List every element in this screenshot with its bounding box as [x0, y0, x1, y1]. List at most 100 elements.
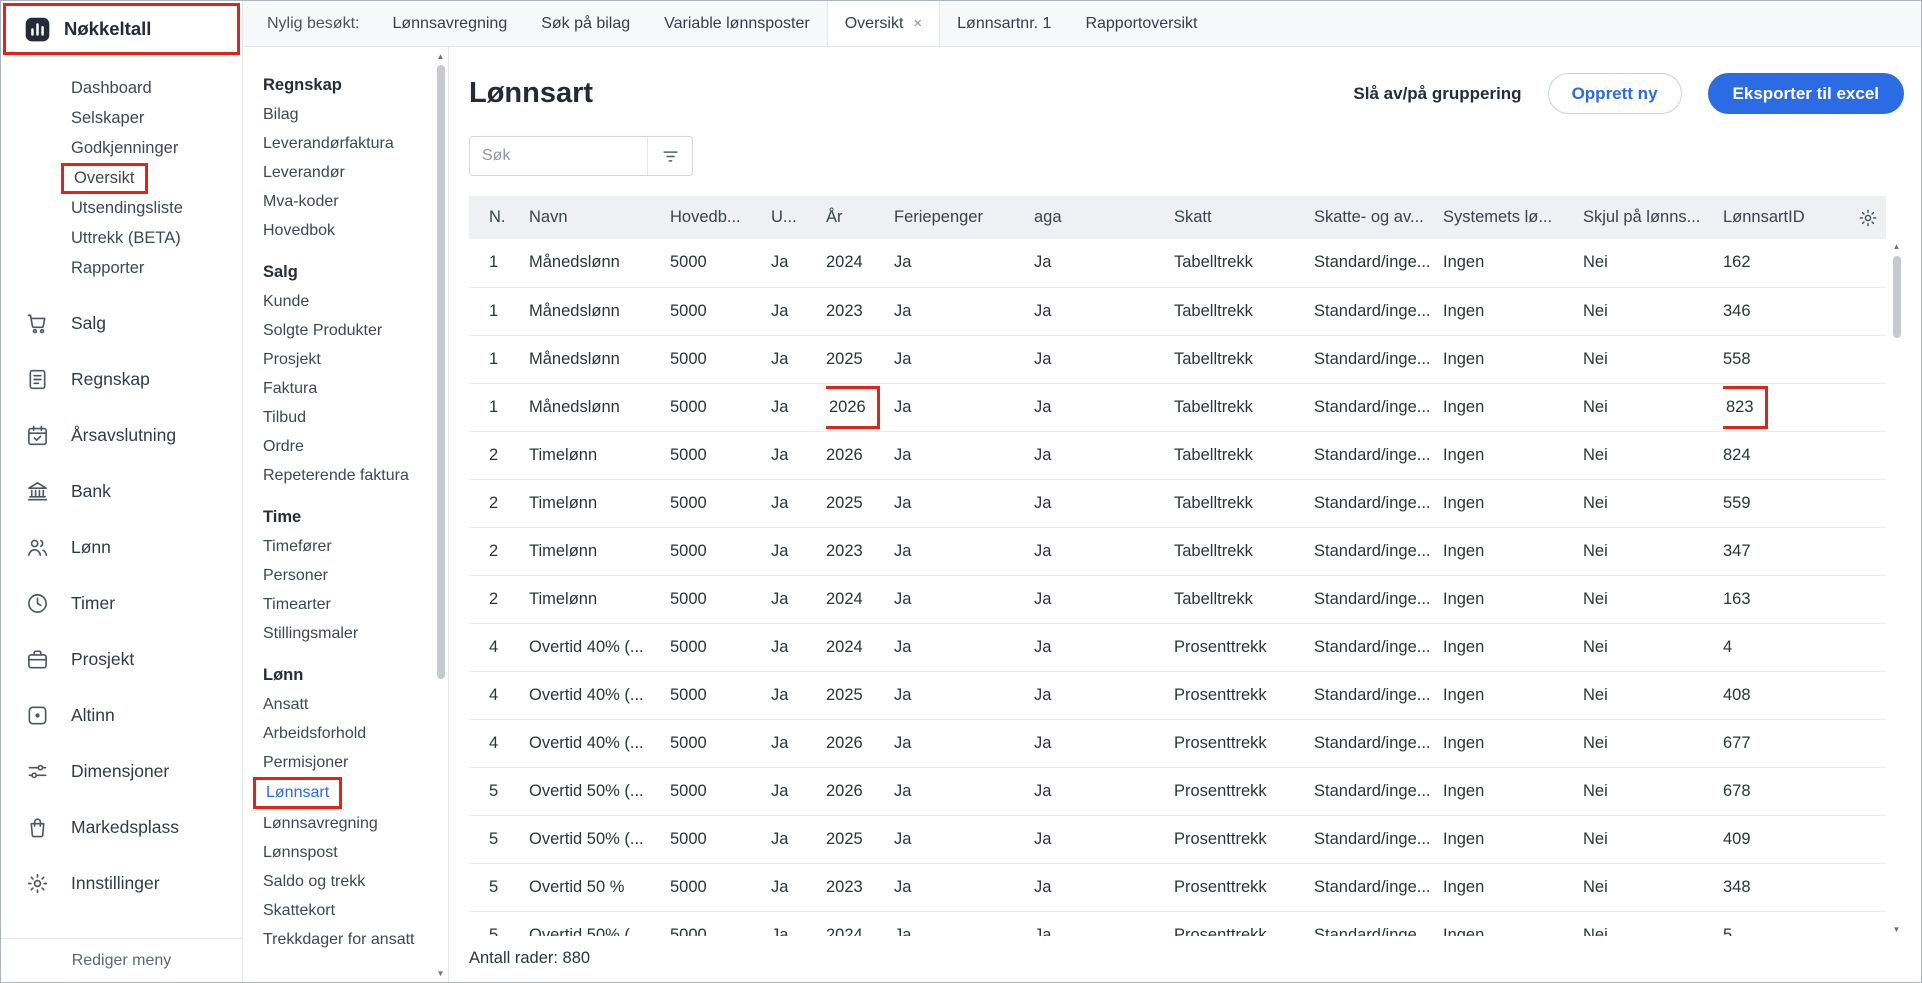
sidebar-item-utsendingsliste[interactable]: Utsendingsliste	[1, 193, 242, 223]
column-header-aga[interactable]: aga	[1034, 196, 1174, 239]
sidebar-item-innstillinger[interactable]: Innstillinger	[1, 855, 242, 911]
sidebar-item-rapporter[interactable]: Rapporter	[1, 253, 242, 283]
sidebar-item-timer[interactable]: Timer	[1, 575, 242, 631]
submenu-item-timeforer[interactable]: Timefører	[263, 532, 422, 561]
column-header-lonnsartid[interactable]: LønnsartID	[1723, 196, 1828, 239]
table-row[interactable]: 4Overtid 40% (...5000Ja2026JaJaProsenttr…	[469, 719, 1886, 767]
scrollbar-thumb[interactable]	[437, 65, 445, 679]
sidebar-item-lonn[interactable]: Lønn	[1, 519, 242, 575]
table-row[interactable]: 2Timelønn5000Ja2025JaJaTabelltrekkStanda…	[469, 479, 1886, 527]
sidebar-item-arsavslutning[interactable]: Årsavslutning	[1, 407, 242, 463]
sidebar-item-oversikt[interactable]: Oversikt	[1, 163, 242, 193]
submenu-item-kunde[interactable]: Kunde	[263, 287, 422, 316]
sidebar-item-dashboard[interactable]: Dashboard	[1, 73, 242, 103]
submenu-item-stillingsmaler[interactable]: Stillingsmaler	[263, 619, 422, 648]
scroll-up-icon[interactable]: ▲	[437, 49, 445, 63]
submenu-item-lonnsart[interactable]: Lønnsart	[263, 777, 422, 809]
sidebar-item-nokkeltall[interactable]: Nøkkeltall	[3, 3, 240, 55]
sidebar-item-prosjekt[interactable]: Prosjekt	[1, 631, 242, 687]
gear-icon[interactable]	[1858, 208, 1878, 228]
tab-sok-pa-bilag[interactable]: Søk på bilag	[524, 1, 647, 46]
table-cell: Ingen	[1443, 383, 1583, 431]
sidebar-item-dimensjoner[interactable]: Dimensjoner	[1, 743, 242, 799]
submenu-item-timearter[interactable]: Timearter	[263, 590, 422, 619]
table-row[interactable]: 5Overtid 50 %5000Ja2023JaJaProsenttrekkS…	[469, 863, 1886, 911]
table-row[interactable]: 1Månedslønn5000Ja2023JaJaTabelltrekkStan…	[469, 287, 1886, 335]
tab-lonnsavregning[interactable]: Lønnsavregning	[375, 1, 524, 46]
submenu-item-saldo-og-trekk[interactable]: Saldo og trekk	[263, 867, 422, 896]
scroll-down-icon[interactable]: ▼	[1893, 922, 1901, 936]
submenu-item-prosjekt[interactable]: Prosjekt	[263, 345, 422, 374]
column-header-systemets-lo[interactable]: Systemets lø...	[1443, 196, 1583, 239]
table-row[interactable]: 4Overtid 40% (...5000Ja2024JaJaProsenttr…	[469, 623, 1886, 671]
submenu-item-lonnspost[interactable]: Lønnspost	[263, 838, 422, 867]
table-row[interactable]: 1Månedslønn5000Ja2026JaJaTabelltrekkStan…	[469, 383, 1886, 431]
search-input[interactable]	[470, 137, 647, 175]
tab-oversikt[interactable]: Oversikt×	[827, 1, 940, 46]
submenu-item-faktura[interactable]: Faktura	[263, 374, 422, 403]
submenu-item-bilag[interactable]: Bilag	[263, 100, 422, 129]
submenu-item-hovedbok[interactable]: Hovedbok	[263, 216, 422, 245]
create-new-button[interactable]: Opprett ny	[1548, 73, 1682, 114]
column-header-n[interactable]: N.	[469, 196, 529, 239]
close-icon[interactable]: ×	[913, 16, 922, 31]
table-row[interactable]: 5Overtid 50% (...5000Ja2024JaJaProsenttr…	[469, 911, 1886, 936]
submenu-item-permisjoner[interactable]: Permisjoner	[263, 748, 422, 777]
submenu-item-leverandor[interactable]: Leverandør	[263, 158, 422, 187]
submenu-item-ansatt[interactable]: Ansatt	[263, 690, 422, 719]
sidebar-item-markedsplass[interactable]: Markedsplass	[1, 799, 242, 855]
tab-rapportoversikt[interactable]: Rapportoversikt	[1068, 1, 1214, 46]
table-row[interactable]: 1Månedslønn5000Ja2025JaJaTabelltrekkStan…	[469, 335, 1886, 383]
sidebar-item-altinn[interactable]: Altinn	[1, 687, 242, 743]
table-cell: Tabelltrekk	[1174, 239, 1314, 287]
row-count-label: Antall rader: 880	[469, 949, 1921, 968]
column-header-skatte-og-av[interactable]: Skatte- og av...	[1314, 196, 1443, 239]
toggle-grouping-button[interactable]: Slå av/på gruppering	[1353, 84, 1521, 104]
table-row[interactable]: 4Overtid 40% (...5000Ja2025JaJaProsenttr…	[469, 671, 1886, 719]
column-header-skjul-pa-lonns[interactable]: Skjul på lønns...	[1583, 196, 1723, 239]
tab-lonnsartnr-1[interactable]: Lønnsartnr. 1	[940, 1, 1068, 46]
column-header-skatt[interactable]: Skatt	[1174, 196, 1314, 239]
column-header-navn[interactable]: Navn	[529, 196, 670, 239]
submenu-item-ordre[interactable]: Ordre	[263, 432, 422, 461]
table-row[interactable]: 5Overtid 50% (...5000Ja2026JaJaProsenttr…	[469, 767, 1886, 815]
table-row[interactable]: 2Timelønn5000Ja2024JaJaTabelltrekkStanda…	[469, 575, 1886, 623]
submenu-scrollbar[interactable]: ▲ ▼	[434, 49, 447, 980]
table-scrollbar[interactable]: ▲ ▼	[1889, 239, 1904, 936]
sidebar-item-uttrekk-beta[interactable]: Uttrekk (BETA)	[1, 223, 242, 253]
submenu-item-leverandorfaktura[interactable]: Leverandørfaktura	[263, 129, 422, 158]
sidebar-item-godkjenninger[interactable]: Godkjenninger	[1, 133, 242, 163]
sidebar-item-salg[interactable]: Salg	[1, 295, 242, 351]
scroll-up-icon[interactable]: ▲	[1893, 239, 1901, 253]
filter-button[interactable]	[647, 137, 692, 175]
column-header-u[interactable]: U...	[771, 196, 826, 239]
table-row[interactable]: 5Overtid 50% (...5000Ja2025JaJaProsenttr…	[469, 815, 1886, 863]
submenu-item-solgte-produkter[interactable]: Solgte Produkter	[263, 316, 422, 345]
export-excel-button[interactable]: Eksporter til excel	[1708, 73, 1904, 114]
submenu-item-personer[interactable]: Personer	[263, 561, 422, 590]
sidebar-item-selskaper[interactable]: Selskaper	[1, 103, 242, 133]
table-row[interactable]: 2Timelønn5000Ja2026JaJaTabelltrekkStanda…	[469, 431, 1886, 479]
table-row[interactable]: 2Timelønn5000Ja2023JaJaTabelltrekkStanda…	[469, 527, 1886, 575]
submenu-item-label: Personer	[263, 566, 328, 586]
sidebar-item-regnskap[interactable]: Regnskap	[1, 351, 242, 407]
column-header-feriepenger[interactable]: Feriepenger	[894, 196, 1034, 239]
submenu-item-mva-koder[interactable]: Mva-koder	[263, 187, 422, 216]
submenu-item-lonnsavregning[interactable]: Lønnsavregning	[263, 809, 422, 838]
table-cell: Ja	[1034, 911, 1174, 936]
submenu-item-repeterende-faktura[interactable]: Repeterende faktura	[263, 461, 422, 490]
edit-menu-button[interactable]: Rediger meny	[1, 938, 242, 982]
column-header-ar[interactable]: År	[826, 196, 894, 239]
submenu-item-trekkdager-for-ansatt[interactable]: Trekkdager for ansatt	[263, 925, 422, 954]
bag-icon	[26, 816, 49, 839]
scroll-down-icon[interactable]: ▼	[437, 966, 445, 980]
tab-variable-lonnsposter[interactable]: Variable lønnsposter	[647, 1, 827, 46]
table-cell	[1828, 911, 1886, 936]
table-row[interactable]: 1Månedslønn5000Ja2024JaJaTabelltrekkStan…	[469, 239, 1886, 287]
submenu-item-skattekort[interactable]: Skattekort	[263, 896, 422, 925]
scrollbar-thumb[interactable]	[1893, 256, 1901, 338]
submenu-item-arbeidsforhold[interactable]: Arbeidsforhold	[263, 719, 422, 748]
column-header-hovedb[interactable]: Hovedb...	[670, 196, 771, 239]
sidebar-item-bank[interactable]: Bank	[1, 463, 242, 519]
submenu-item-tilbud[interactable]: Tilbud	[263, 403, 422, 432]
